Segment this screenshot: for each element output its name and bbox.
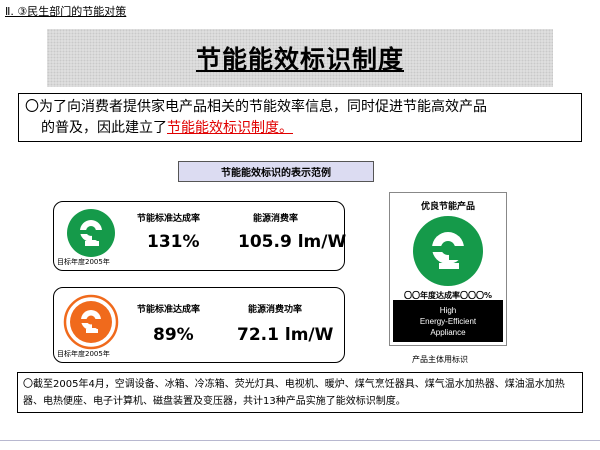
mark-english-line-1: High	[439, 305, 457, 315]
product-mark-panel: 优良节能产品 〇〇年度达成率〇〇〇% High Energy-Efficient…	[389, 192, 507, 346]
intro-highlight-link: 节能能效标识制度。	[167, 120, 293, 136]
efficiency-value: 72.1 lm/W	[237, 325, 334, 345]
mark-english-line-3: Appliance	[430, 327, 466, 337]
bottom-divider	[0, 440, 600, 441]
intro-line-2: 的普及，因此建立了节能能效标识制度。	[25, 118, 575, 139]
mark-english-line-2: Energy-Efficient	[419, 316, 477, 326]
mark-caption: 产品主体用标识	[412, 355, 468, 364]
energy-e-large-logo-icon	[413, 216, 483, 286]
target-year: 目标年度2005年	[57, 258, 110, 266]
page-title: 节能能效标识制度	[195, 45, 404, 74]
note-text: 〇截至2005年4月，空调设备、冰箱、冷冻箱、荧光灯具、电视机、暖炉、煤气烹饪器…	[23, 379, 565, 407]
section-header: Ⅱ. ③民生部门的节能对策	[5, 5, 127, 18]
example-caption: 节能能效标识的表示范例	[178, 161, 374, 182]
note-box: 〇截至2005年4月，空调设备、冰箱、冷冻箱、荧光灯具、电视机、暖炉、煤气烹饪器…	[17, 372, 583, 413]
standard-rate-value: 89%	[153, 325, 194, 345]
mark-english-banner: High Energy-Efficient Appliance	[393, 300, 503, 342]
energy-e-logo-icon	[67, 209, 115, 257]
label-card-orange: 节能标准达成率 89% 能源消费功率 72.1 lm/W 目标年度2005年	[53, 287, 345, 363]
example-caption-text: 节能能效标识的表示范例	[221, 168, 331, 179]
title-banner: 节能能效标识制度	[47, 29, 553, 87]
standard-rate-label: 节能标准达成率	[137, 214, 201, 224]
intro-line-2-prefix: 的普及，因此建立了	[41, 120, 167, 136]
efficiency-value: 105.9 lm/W	[238, 232, 347, 252]
standard-rate-value: 131%	[147, 232, 200, 252]
efficiency-label: 能源消费功率	[248, 305, 303, 315]
efficiency-label: 能源消费率	[253, 214, 299, 224]
mark-title: 优良节能产品	[420, 202, 475, 212]
label-card-green: 节能标准达成率 131% 能源消费率 105.9 lm/W 目标年度2005年	[53, 201, 347, 271]
energy-e-logo-orange-icon	[63, 294, 119, 350]
intro-box: 〇为了向消费者提供家电产品相关的节能效率信息，同时促进节能高效产品 的普及，因此…	[18, 93, 582, 142]
intro-line-1: 〇为了向消费者提供家电产品相关的节能效率信息，同时促进节能高效产品	[25, 99, 487, 115]
target-year: 目标年度2005年	[57, 350, 110, 358]
standard-rate-label: 节能标准达成率	[137, 305, 201, 315]
